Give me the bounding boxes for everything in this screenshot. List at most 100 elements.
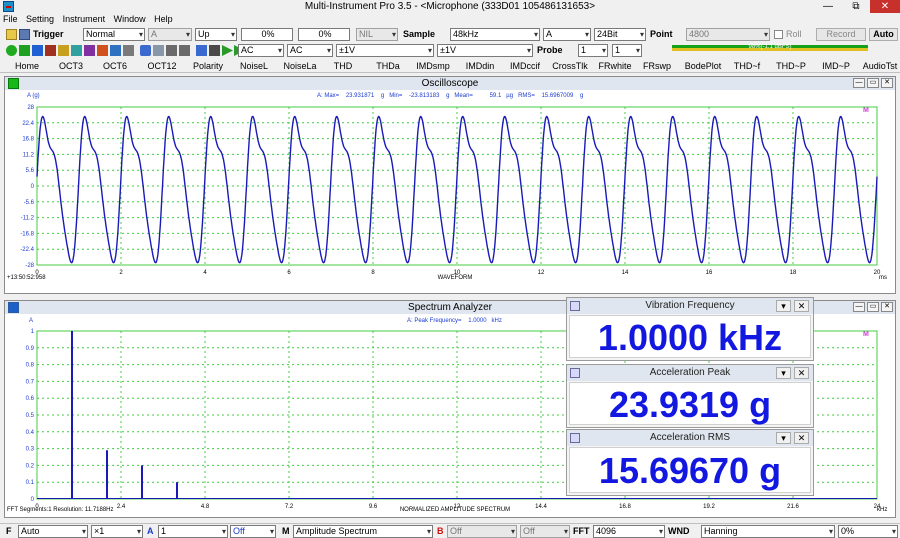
window-title: Multi-Instrument Pro 3.5 - <Microphone (…: [304, 1, 596, 12]
trigger-edge-select[interactable]: Up: [195, 28, 237, 41]
tab-imd-p[interactable]: IMD~P: [817, 60, 855, 73]
trigger-pre-stepper[interactable]: 0%: [298, 28, 350, 41]
x-tick-label: 18: [790, 270, 797, 276]
tab-noisela[interactable]: NoiseLa: [279, 60, 321, 73]
minimize-button[interactable]: —: [814, 0, 842, 13]
tab-polarity[interactable]: Polarity: [188, 60, 228, 73]
trigger-channel-select[interactable]: A: [148, 28, 192, 41]
tab-bodeplot[interactable]: BodePlot: [680, 60, 726, 73]
auto-button[interactable]: Auto: [869, 28, 898, 41]
multiplier-select[interactable]: ×1: [91, 525, 143, 538]
waveform-icon[interactable]: [153, 45, 164, 56]
frequency-scale-select[interactable]: Auto: [18, 525, 88, 538]
channel-select[interactable]: A: [543, 28, 591, 41]
generator-icon[interactable]: [140, 45, 151, 56]
off-select-2[interactable]: Off: [520, 525, 570, 538]
trigger-mode-select[interactable]: Normal: [83, 28, 145, 41]
trigger-level-stepper[interactable]: 0%: [241, 28, 293, 41]
probe-a-select[interactable]: 1: [578, 44, 608, 57]
y-tick-label: 0.8: [26, 363, 35, 369]
tab-imdsmp[interactable]: IMDsmp: [410, 60, 456, 73]
y-tick-label: 0: [31, 497, 35, 503]
tab-thd-p[interactable]: THD~P: [772, 60, 810, 73]
status-bar: F Auto ×1 A 1 Off M Amplitude Spectrum B…: [0, 523, 900, 538]
meter-dropdown-button[interactable]: ▾: [776, 300, 791, 312]
x-tick-label: 4: [203, 270, 207, 276]
tab-crosstlk[interactable]: CrossTlk: [549, 60, 591, 73]
toolbar-acquisition: Trigger Normal A Up 0% 0% NIL Sample 48k…: [0, 27, 900, 42]
oscilloscope-plot[interactable]: 0 2 4 6 8 10 12 14 16 18 202822.416.811.25.60-5.6-…: [5, 77, 895, 293]
x-tick-label: 16.8: [619, 504, 631, 510]
roll-checkbox[interactable]: [774, 30, 783, 39]
phase-plot-icon[interactable]: [71, 45, 82, 56]
fft-size-select[interactable]: 4096: [593, 525, 665, 538]
meter-close-button[interactable]: ✕: [794, 432, 809, 444]
oscilloscope-icon[interactable]: [32, 45, 43, 56]
maximize-button[interactable]: ⧉: [842, 0, 870, 13]
menu-setting[interactable]: Setting: [23, 13, 57, 26]
tab-home[interactable]: Home: [8, 60, 46, 73]
range-a-select[interactable]: ±1V: [336, 44, 434, 57]
tab-oct6[interactable]: OCT6: [98, 60, 132, 73]
open-icon[interactable]: [6, 29, 17, 40]
window-function-select[interactable]: Hanning: [701, 525, 835, 538]
channel-icon[interactable]: [166, 45, 177, 56]
tab-imdccif[interactable]: IMDccif: [504, 60, 546, 73]
bits-select[interactable]: 24Bit: [594, 28, 646, 41]
tab-audiotst[interactable]: AudioTst: [860, 60, 900, 73]
dds-generator-icon[interactable]: [123, 45, 134, 56]
close-button[interactable]: ✕: [870, 0, 900, 13]
y-tick-label: -16.8: [20, 231, 34, 237]
meter-dropdown-button[interactable]: ▾: [776, 367, 791, 379]
record-button[interactable]: Record: [816, 28, 866, 41]
tab-noisel[interactable]: NoiseL: [234, 60, 274, 73]
oscilloscope-window: Oscilloscope — ▭ ✕ A (g) A: Max= 23.931871…: [4, 76, 896, 294]
range-b-select[interactable]: ±1V: [437, 44, 533, 57]
probe-b-select[interactable]: 1: [612, 44, 642, 57]
meter-close-button[interactable]: ✕: [794, 367, 809, 379]
sweep-icon[interactable]: [179, 45, 190, 56]
data-logger-icon[interactable]: [110, 45, 121, 56]
menu-window[interactable]: Window: [111, 13, 149, 26]
meter-display: 1.0000 kHz: [569, 315, 811, 358]
channel-b-select[interactable]: Off: [447, 525, 517, 538]
tab-oct3[interactable]: OCT3: [54, 60, 88, 73]
mode-select[interactable]: Amplitude Spectrum: [293, 525, 433, 538]
coupling-b-select[interactable]: AC: [287, 44, 333, 57]
y-tick-label: 28: [27, 105, 34, 111]
channel-a-select[interactable]: 1: [158, 525, 228, 538]
overlap-select[interactable]: 0%: [838, 525, 898, 538]
menu-instrument[interactable]: Instrument: [60, 13, 109, 26]
multimeter-icon[interactable]: [58, 45, 69, 56]
off-select-1[interactable]: Off: [230, 525, 276, 538]
meter-close-button[interactable]: ✕: [794, 300, 809, 312]
y-tick-label: 11.2: [23, 152, 35, 158]
save-icon[interactable]: [19, 29, 30, 40]
meter-dropdown-button[interactable]: ▾: [776, 432, 791, 444]
coupling-a-select[interactable]: AC: [238, 44, 284, 57]
tab-thd[interactable]: THD: [327, 60, 359, 73]
run-once-icon[interactable]: [19, 45, 30, 56]
run-icon[interactable]: [6, 45, 17, 56]
speaker-icon[interactable]: [196, 45, 207, 56]
tab-oct12[interactable]: OCT12: [142, 60, 182, 73]
menu-file[interactable]: File: [0, 13, 21, 26]
sample-rate-select[interactable]: 48kHz: [450, 28, 540, 41]
meter-vibration-frequency: Vibration Frequency ▾ ✕ 1.0000 kHz: [566, 297, 814, 361]
x-tick-label: 6: [287, 270, 291, 276]
spectrogram-icon[interactable]: [97, 45, 108, 56]
a-label: A: [147, 526, 154, 536]
y-tick-label: 16.8: [22, 137, 34, 143]
spectrum-3d-icon[interactable]: [84, 45, 95, 56]
volume-icon[interactable]: [209, 45, 220, 56]
tab-frwhite[interactable]: FRwhite: [594, 60, 636, 73]
spectrum-icon[interactable]: [45, 45, 56, 56]
tab-imddin[interactable]: IMDdin: [460, 60, 500, 73]
nil-select[interactable]: NIL: [356, 28, 398, 41]
tab-thda[interactable]: THDa: [370, 60, 406, 73]
menu-help[interactable]: Help: [151, 13, 176, 26]
tab-thd-f[interactable]: THD~f: [728, 60, 766, 73]
play-icon[interactable]: [222, 45, 233, 56]
tab-frswp[interactable]: FRswp: [638, 60, 676, 73]
point-select[interactable]: 4800: [686, 28, 770, 41]
